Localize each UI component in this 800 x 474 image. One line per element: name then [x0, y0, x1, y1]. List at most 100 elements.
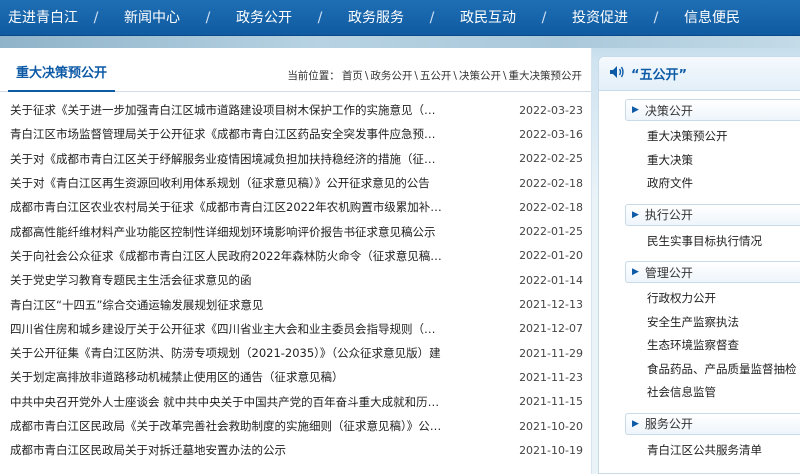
sidebar-item-public-service-list[interactable]: 青白江区公共服务清单 [647, 439, 800, 463]
sidebar-item-major-decision[interactable]: 重大决策 [647, 149, 800, 173]
breadcrumb: 当前位置： 首页 \ 政务公开 \ 五公开 \ 决策公开 \ 重大决策预公开 [286, 68, 583, 91]
nav-separator: / [429, 9, 435, 26]
article-list: 关于征求《关于进一步加强青白江区城市道路建设项目树木保护工作的实施意见（… 202… [0, 98, 591, 462]
nav-item-gov-affairs[interactable]: 政务公开 [218, 0, 310, 36]
list-item[interactable]: 关于向社会公众征求《成都市青白江区人民政府2022年森林防火命令（征求意见稿… 2… [10, 244, 583, 268]
list-item-title[interactable]: 关于公开征集《青白江区防洪、防涝专项规划（2021-2035）》（公众征求意见版… [10, 345, 442, 361]
nav-separator: / [317, 9, 323, 26]
sidebar-header: “五公开” [599, 57, 800, 91]
sidebar-item-major-decision-preview[interactable]: 重大决策预公开 [647, 125, 800, 149]
list-item-date: 2022-01-25 [519, 225, 583, 239]
top-nav: 走进青白江 / 新闻中心 / 政务公开 / 政务服务 / 政民互动 / 投资促进… [0, 0, 800, 36]
chevron-right-icon: ▶ [632, 267, 639, 277]
list-item-title[interactable]: 成都市青白江区民政局关于对拆迁墓地安置办法的公示 [10, 442, 442, 458]
nav-separator: / [541, 9, 547, 26]
sidebar-group-label: 执行公开 [644, 208, 693, 222]
list-item-title[interactable]: 关于划定高排放非道路移动机械禁止使用区的通告（征求意见稿） [10, 369, 442, 385]
list-item[interactable]: 关于对《成都市青白江区关于纾解服务业疫情困境减负担加扶持稳经济的措施（征… 202… [10, 147, 583, 171]
nav-separator: / [93, 9, 99, 26]
sidebar-group-service[interactable]: ▶ 服务公开 [625, 412, 800, 435]
breadcrumb-separator: \ [414, 70, 418, 82]
list-item-title[interactable]: 关于向社会公众征求《成都市青白江区人民政府2022年森林防火命令（征求意见稿… [10, 248, 442, 264]
sidebar-group-label: 服务公开 [644, 417, 693, 431]
list-item-date: 2022-01-14 [519, 273, 583, 287]
list-item-date: 2021-10-20 [519, 419, 583, 433]
list-item-date: 2021-10-19 [519, 443, 583, 457]
main-header: 重大决策预公开 当前位置： 首页 \ 政务公开 \ 五公开 \ 决策公开 \ 重大决策预公开 [0, 48, 591, 92]
list-item[interactable]: 青白江区市场监督管理局关于公开征求《成都市青白江区药品安全突发事件应急预… 202… [10, 122, 583, 146]
nav-item-news[interactable]: 新闻中心 [106, 0, 198, 36]
sidebar: “五公开” ▶ 决策公开 重大决策预公开 重大决策 政府文件 ▶ 执行公开 民生… [598, 56, 800, 474]
list-item-title[interactable]: 青白江区市场监督管理局关于公开征求《成都市青白江区药品安全突发事件应急预… [10, 126, 442, 142]
chevron-right-icon: ▶ [632, 209, 639, 220]
list-item-date: 2022-01-20 [519, 249, 583, 263]
breadcrumb-gov-affairs[interactable]: 政务公开 [370, 70, 412, 82]
list-item[interactable]: 成都高性能纤维材料产业功能区控制性详细规划环境影响评价报告书征求意见稿公示 202… [10, 219, 583, 243]
nav-item-convenience[interactable]: 信息便民 [666, 0, 758, 36]
list-item[interactable]: 青白江区“十四五”综合交通运输发展规划征求意见 2021-12-13 [10, 292, 583, 316]
sidebar-group-label: 决策公开 [644, 103, 693, 118]
list-item-date: 2022-03-16 [519, 127, 583, 141]
breadcrumb-five-public[interactable]: 五公开 [420, 70, 452, 82]
sidebar-group-label: 管理公开 [644, 265, 693, 280]
list-item[interactable]: 四川省住房和城乡建设厅关于公开征求《四川省业主大会和业主委员会指导规则（… 202… [10, 317, 583, 341]
chevron-right-icon: ▶ [632, 105, 639, 115]
speaker-icon [609, 65, 625, 82]
sidebar-group-decision[interactable]: ▶ 决策公开 [625, 99, 800, 121]
list-item-title[interactable]: 青白江区“十四五”综合交通运输发展规划征求意见 [10, 297, 442, 313]
list-item-date: 2021-12-07 [519, 322, 583, 336]
nav-item-about[interactable]: 走进青白江 [0, 0, 86, 36]
list-item-date: 2022-02-18 [519, 176, 583, 190]
nav-separator: / [205, 9, 211, 26]
list-item-title[interactable]: 关于征求《关于进一步加强青白江区城市道路建设项目树木保护工作的实施意见（… [10, 102, 442, 118]
list-item[interactable]: 成都市青白江区农业农村局关于征求《成都市青白江区2022年农机购置市级累加补… 2… [10, 195, 583, 219]
nav-separator: / [653, 9, 659, 26]
breadcrumb-separator: \ [453, 70, 457, 82]
sidebar-item-gov-documents[interactable]: 政府文件 [647, 172, 800, 196]
list-item-title[interactable]: 四川省住房和城乡建设厅关于公开征求《四川省业主大会和业主委员会指导规则（… [10, 321, 442, 337]
list-item[interactable]: 关于划定高排放非道路移动机械禁止使用区的通告（征求意见稿） 2021-11-23 [10, 365, 583, 389]
sidebar-item-food-drug-quality[interactable]: 食品药品、产品质量监督抽检 [647, 358, 800, 382]
list-item-title[interactable]: 关于对《成都市青白江区关于纾解服务业疫情困境减负担加扶持稳经济的措施（征… [10, 151, 442, 167]
sidebar-title: “五公开” [631, 68, 688, 83]
sidebar-item-admin-power[interactable]: 行政权力公开 [647, 287, 800, 311]
sidebar-group-execution[interactable]: ▶ 执行公开 [625, 203, 800, 226]
list-item[interactable]: 成都市青白江区民政局关于对拆迁墓地安置办法的公示 2021-10-19 [10, 438, 583, 462]
page-title: 重大决策预公开 [8, 62, 116, 92]
chevron-right-icon: ▶ [632, 418, 639, 429]
list-item-date: 2021-12-13 [519, 298, 583, 312]
nav-item-gov-services[interactable]: 政务服务 [330, 0, 422, 36]
sidebar-item-social-credit[interactable]: 社会信息监管 [647, 381, 800, 405]
list-item[interactable]: 关于对《青白江区再生资源回收利用体系规划（征求意见稿）》公开征求意见的公告 202… [10, 171, 583, 195]
sidebar-group-management[interactable]: ▶ 管理公开 [625, 261, 800, 283]
list-item-date: 2022-02-18 [519, 200, 583, 214]
sidebar-item-livelihood-goals[interactable]: 民生实事目标执行情况 [647, 230, 800, 254]
breadcrumb-prefix: 当前位置： [287, 70, 340, 82]
nav-item-interaction[interactable]: 政民互动 [442, 0, 534, 36]
list-item-title[interactable]: 关于党史学习教育专题民主生活会征求意见的函 [10, 272, 442, 288]
sidebar-item-safety-inspection[interactable]: 安全生产监察执法 [647, 311, 800, 335]
list-item[interactable]: 中共中央召开党外人士座谈会 就中共中央关于中国共产党的百年奋斗重大成就和历… 20… [10, 390, 583, 414]
list-item-title[interactable]: 中共中央召开党外人士座谈会 就中共中央关于中国共产党的百年奋斗重大成就和历… [10, 394, 442, 410]
breadcrumb-home[interactable]: 首页 [342, 70, 363, 82]
list-item-title[interactable]: 成都高性能纤维材料产业功能区控制性详细规划环境影响评价报告书征求意见稿公示 [10, 224, 442, 240]
list-item-title[interactable]: 成都市青白江区农业农村局关于征求《成都市青白江区2022年农机购置市级累加补… [10, 199, 442, 215]
list-item[interactable]: 成都市青白江区民政局《关于改革完善社会救助制度的实施细则（征求意见稿）》公… 20… [10, 414, 583, 438]
breadcrumb-decision[interactable]: 决策公开 [459, 70, 501, 82]
list-item-date: 2022-02-25 [519, 152, 583, 166]
breadcrumb-current[interactable]: 重大决策预公开 [509, 70, 583, 82]
list-item[interactable]: 关于党史学习教育专题民主生活会征求意见的函 2022-01-14 [10, 268, 583, 292]
breadcrumb-separator: \ [502, 70, 507, 82]
list-item[interactable]: 关于征求《关于进一步加强青白江区城市道路建设项目树木保护工作的实施意见（… 202… [10, 98, 583, 122]
breadcrumb-separator: \ [364, 70, 369, 82]
list-item-date: 2021-11-15 [519, 395, 583, 409]
list-item-title[interactable]: 成都市青白江区民政局《关于改革完善社会救助制度的实施细则（征求意见稿）》公… [10, 418, 442, 434]
main-panel: 重大决策预公开 当前位置： 首页 \ 政务公开 \ 五公开 \ 决策公开 \ 重大决策预公开 关于… [0, 48, 592, 474]
list-item-date: 2021-11-23 [519, 370, 583, 384]
list-item-date: 2021-11-29 [519, 346, 583, 360]
list-item-date: 2022-03-23 [519, 103, 583, 117]
nav-item-investment[interactable]: 投资促进 [554, 0, 646, 36]
sidebar-item-eco-inspection[interactable]: 生态环境监察督查 [647, 334, 800, 358]
list-item[interactable]: 关于公开征集《青白江区防洪、防涝专项规划（2021-2035）》（公众征求意见版… [10, 341, 583, 365]
list-item-title[interactable]: 关于对《青白江区再生资源回收利用体系规划（征求意见稿）》公开征求意见的公告 [10, 175, 442, 191]
